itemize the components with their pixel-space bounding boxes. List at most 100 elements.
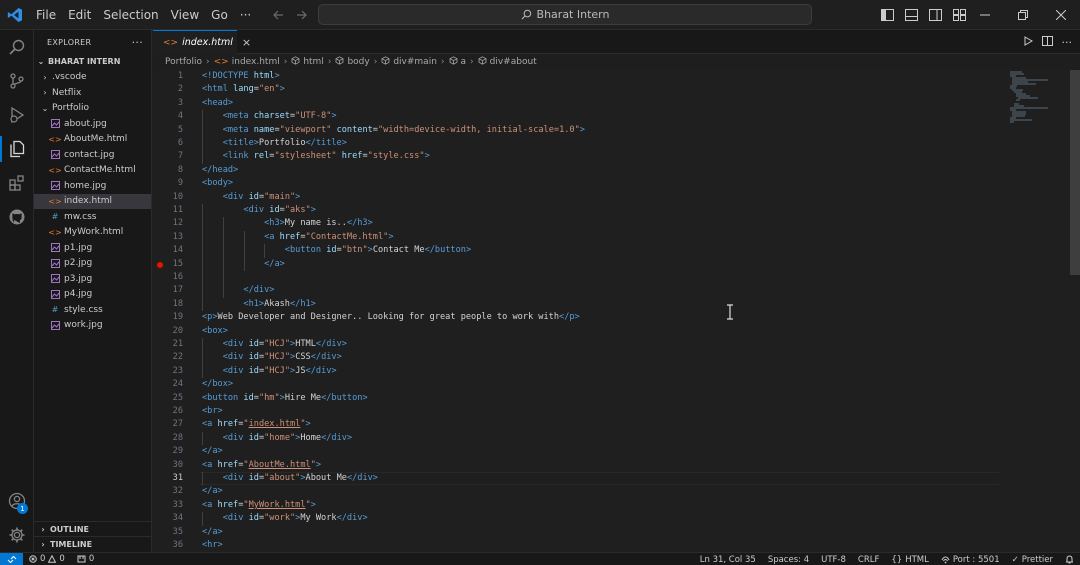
github-icon[interactable] — [0, 200, 34, 234]
explorer-header: EXPLORER ··· — [34, 30, 151, 54]
breadcrumb-item[interactable]: div#main — [393, 57, 437, 67]
explorer-icon[interactable] — [0, 132, 34, 166]
tree-item[interactable]: p3.jpg — [34, 271, 151, 287]
tree-item[interactable]: › Netflix — [34, 85, 151, 101]
scroll-thumb[interactable] — [1070, 70, 1080, 275]
tab-index-html[interactable]: <> index.html × — [153, 30, 251, 54]
menu-go[interactable]: Go — [205, 0, 234, 30]
close-window-icon[interactable] — [1042, 0, 1080, 30]
source-control-icon[interactable] — [0, 64, 34, 98]
ports-indicator[interactable]: 0 — [71, 554, 100, 564]
line-number: 10 — [172, 191, 183, 202]
explorer-title: EXPLORER — [47, 37, 92, 47]
minimize-icon[interactable] — [966, 0, 1004, 30]
line-number: 36 — [172, 540, 183, 550]
line-number: 8 — [177, 164, 183, 175]
cursor-position[interactable]: Ln 31, Col 35 — [694, 555, 762, 565]
tree-item[interactable]: p4.jpg — [34, 287, 151, 303]
remote-indicator-icon[interactable] — [0, 552, 23, 565]
menu-view[interactable]: View — [165, 0, 205, 30]
tree-item[interactable]: about.jpg — [34, 116, 151, 132]
tab-label: index.html — [182, 37, 233, 48]
menu-more[interactable]: ··· — [234, 0, 257, 30]
end-of-line[interactable]: CRLF — [852, 555, 885, 565]
line-number: 17 — [172, 285, 183, 296]
search-icon[interactable] — [0, 30, 34, 64]
code-editor[interactable]: 1 <!DOCTYPE html> 2 <html lang="en"> 3 <head>… — [153, 70, 1080, 552]
outline-section[interactable]: › OUTLINE — [34, 521, 152, 536]
tree-item[interactable]: contact.jpg — [34, 147, 151, 163]
timeline-section[interactable]: › TIMELINE — [34, 536, 152, 551]
tree-item[interactable]: work.jpg — [34, 318, 151, 334]
live-server-port[interactable]: Port : 5501 — [935, 555, 1006, 565]
menu-file[interactable]: File — [30, 0, 62, 30]
code-line: 10 <div id="main"> — [153, 191, 1080, 204]
tree-item[interactable]: <> MyWork.html — [34, 225, 151, 241]
code-text: <meta name="viewport" content="width=dev… — [222, 124, 585, 135]
tree-item[interactable]: # mw.css — [34, 209, 151, 225]
breadcrumb-item[interactable]: a — [461, 57, 467, 67]
tree-item[interactable]: <> index.html — [34, 193, 151, 209]
forward-arrow-icon[interactable] — [294, 7, 310, 23]
back-arrow-icon[interactable] — [270, 7, 286, 23]
notifications-bell-icon[interactable] — [1059, 555, 1080, 564]
code-text: <div id="about">About Me</div> — [222, 473, 378, 483]
run-icon[interactable] — [1023, 35, 1033, 49]
prettier-status[interactable]: ✓ Prettier — [1006, 555, 1059, 565]
tree-item[interactable]: › .vscode — [34, 70, 151, 86]
tree-item[interactable]: ⌄ Portfolio — [34, 101, 151, 117]
breadcrumb-item[interactable]: index.html — [232, 57, 280, 67]
tree-item[interactable]: p1.jpg — [34, 240, 151, 256]
account-icon[interactable]: 1 — [0, 484, 34, 518]
code-line: 15 </a> — [153, 258, 1080, 271]
indentation[interactable]: Spaces: 4 — [762, 555, 815, 565]
toggle-panel-icon[interactable] — [902, 6, 920, 24]
workspace-root[interactable]: ⌄ BHARAT INTERN — [34, 54, 151, 70]
code-text: </box> — [202, 379, 234, 390]
tree-item-label: contact.jpg — [64, 149, 115, 160]
code-line: 35 </a> — [153, 526, 1080, 539]
text-cursor-icon — [725, 304, 735, 320]
menu-edit[interactable]: Edit — [62, 0, 97, 30]
code-text: <meta charset="UTF-8"> — [222, 111, 337, 122]
tree-item[interactable]: # style.css — [34, 302, 151, 318]
timeline-label: TIMELINE — [50, 539, 93, 549]
editor-scrollbar[interactable] — [1070, 70, 1080, 552]
explorer-more-actions[interactable]: ··· — [132, 36, 143, 49]
tree-item[interactable]: home.jpg — [34, 178, 151, 194]
tree-item-label: style.css — [64, 304, 103, 315]
tree-item[interactable]: <> AboutMe.html — [34, 132, 151, 148]
toggle-primary-sidebar-icon[interactable] — [878, 6, 896, 24]
html-file-icon: <> — [163, 37, 179, 48]
minimap[interactable] — [1008, 70, 1068, 130]
line-number: 2 — [177, 84, 183, 95]
tree-item-label: .vscode — [52, 72, 87, 83]
toggle-secondary-sidebar-icon[interactable] — [926, 6, 944, 24]
menu-selection[interactable]: Selection — [97, 0, 164, 30]
encoding[interactable]: UTF-8 — [815, 555, 852, 565]
breadcrumb-item[interactable]: Portfolio — [165, 57, 202, 67]
tree-item[interactable]: <> ContactMe.html — [34, 163, 151, 179]
settings-gear-icon[interactable] — [0, 518, 34, 552]
extensions-icon[interactable] — [0, 166, 34, 200]
breadcrumb-item[interactable]: div#about — [490, 57, 537, 67]
language-mode[interactable]: {} HTML — [885, 555, 934, 565]
close-icon[interactable]: × — [242, 36, 251, 49]
problems-indicator[interactable]: 0 0 — [23, 554, 71, 564]
run-debug-icon[interactable] — [0, 98, 34, 132]
restore-icon[interactable] — [1004, 0, 1042, 30]
code-text: <p>Web Developer and Designer.. Looking … — [202, 312, 580, 323]
line-number: 31 — [172, 473, 183, 483]
tree-item-label: index.html — [64, 196, 112, 207]
split-editor-icon[interactable] — [1041, 35, 1053, 49]
tree-item-label: AboutMe.html — [64, 134, 128, 145]
breadcrumb-item[interactable]: body — [347, 57, 369, 67]
more-actions-icon[interactable]: ··· — [1062, 36, 1073, 49]
line-number: 20 — [172, 325, 183, 336]
breadcrumb-item[interactable]: html — [303, 57, 324, 67]
breakpoint-icon[interactable] — [157, 261, 163, 268]
command-center-search[interactable]: Bharat Intern — [318, 4, 812, 25]
tree-item[interactable]: p2.jpg — [34, 256, 151, 272]
symbol-element-icon — [335, 56, 344, 68]
line-number: 18 — [172, 298, 183, 309]
